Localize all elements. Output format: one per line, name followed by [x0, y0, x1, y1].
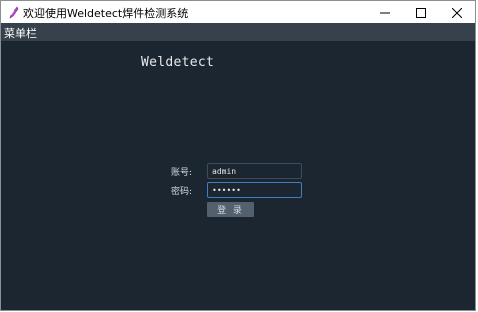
title-bar[interactable]: 欢迎使用Weldetect焊件检测系统 — [1, 1, 475, 23]
username-input[interactable] — [207, 163, 302, 179]
password-label: 密码: — [171, 187, 193, 197]
minimize-icon — [380, 3, 390, 22]
password-input[interactable] — [207, 182, 302, 198]
minimize-button[interactable] — [367, 1, 403, 23]
menu-item-main[interactable]: 菜单栏 — [4, 25, 37, 41]
app-name-heading: Weldetect — [141, 55, 215, 70]
close-button[interactable] — [439, 1, 475, 23]
feather-pen-icon — [7, 5, 19, 19]
app-window: 欢迎使用Weldetect焊件检测系统 菜单栏 Weldetect 账号: 密码… — [0, 0, 476, 311]
menu-bar: 菜单栏 — [1, 23, 475, 41]
maximize-icon — [416, 3, 426, 22]
window-title: 欢迎使用Weldetect焊件检测系统 — [23, 7, 189, 20]
close-icon — [451, 3, 463, 22]
login-button[interactable]: 登 录 — [207, 202, 254, 217]
maximize-button[interactable] — [403, 1, 439, 23]
username-label: 账号: — [171, 168, 193, 178]
